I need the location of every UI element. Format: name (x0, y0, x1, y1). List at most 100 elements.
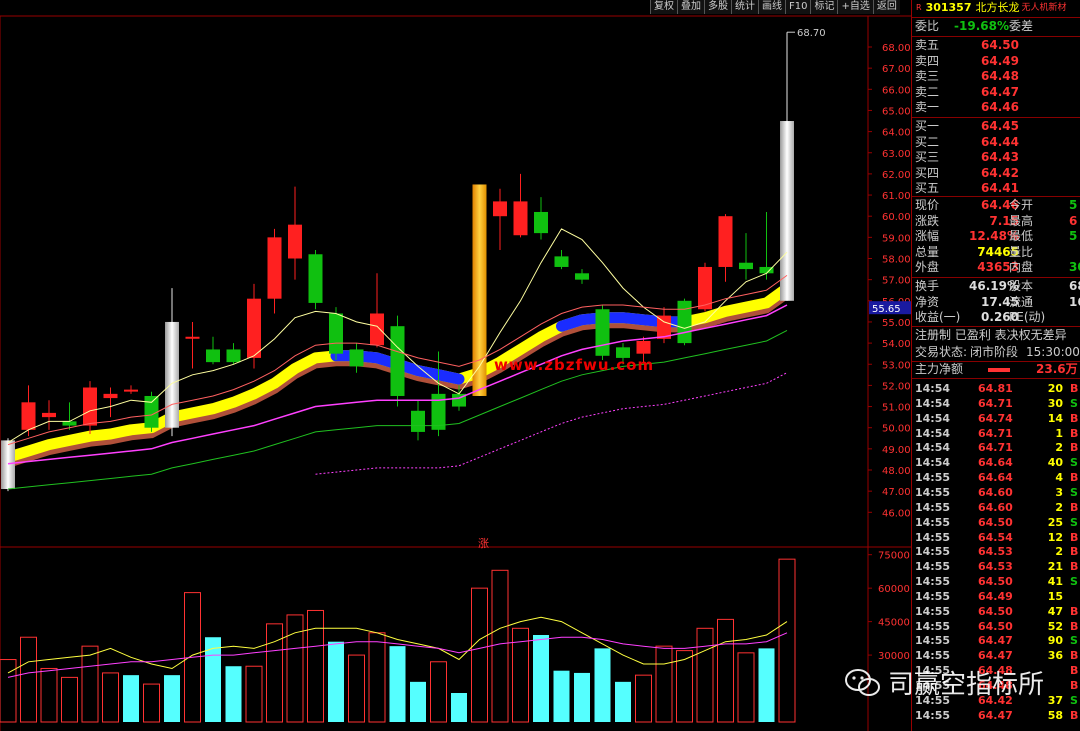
kline-chart[interactable]: 68.00 67.00 66.00 65.00 64.00 63.00 62.00 61.00… (0, 0, 911, 731)
tick-volume: 37 (1047, 693, 1063, 707)
bid-row[interactable]: 买三 64.43 (912, 150, 1080, 165)
stat-row: 外盘43653内盘30 (912, 260, 1080, 275)
tick-direction: B (1070, 382, 1079, 395)
tick-price: 64.71 (978, 426, 1013, 440)
tick-direction: B (1070, 664, 1079, 678)
tick-row: 14:54 64.71 30 S (912, 396, 1080, 411)
price-tick-label: 64.00 (882, 128, 911, 139)
stat-value-2: 5 (1069, 229, 1078, 243)
tick-time: 14:55 (915, 515, 951, 529)
tick-time: 14:54 (915, 411, 951, 425)
toolbar-button-zixuan[interactable]: +自选 (837, 0, 873, 14)
stat-label-2: 量比 (1009, 244, 1034, 259)
bid-row[interactable]: 买二 64.44 (912, 135, 1080, 150)
tick-price: 64.50 (978, 619, 1013, 633)
volume-bar (123, 675, 139, 722)
ask-row[interactable]: 卖三 64.48 (912, 69, 1080, 84)
toolbar-button-tongji[interactable]: 统计 (731, 0, 758, 14)
tick-price: 64.60 (978, 485, 1013, 499)
candle-body (534, 211, 548, 234)
volume-bar (225, 666, 242, 722)
tick-direction: B (1070, 545, 1079, 559)
toolbar-button-diejia[interactable]: 叠加 (677, 0, 704, 14)
candle-body (185, 336, 200, 339)
candle-body (124, 389, 138, 392)
volume-bar (451, 693, 467, 722)
divider (912, 17, 1080, 18)
ask-row[interactable]: 卖五 64.50 (912, 38, 1080, 53)
wechat-watermark: 司赢空指标所 (844, 664, 1044, 701)
registration-row: 注册制 已盈利 表决权无差异 (912, 328, 1080, 343)
tick-volume: 2 (1055, 500, 1063, 514)
fundamental-label-2: 股本 (1009, 279, 1034, 293)
tick-price: 64.50 (978, 604, 1013, 618)
price-tick-label: 53.00 (882, 360, 911, 371)
tick-time: 14:54 (915, 382, 951, 395)
registration-text: 注册制 已盈利 表决权无差异 (915, 328, 1067, 342)
main-flow-value: 23.6万 (1036, 362, 1078, 376)
tick-direction: B (1070, 604, 1079, 618)
tick-volume: 14 (1047, 411, 1063, 425)
ask-row[interactable]: 卖二 64.47 (912, 85, 1080, 100)
stat-row: 总量 74465 量比 (912, 245, 1080, 260)
candle-body (411, 410, 425, 432)
tick-direction: B (1070, 411, 1079, 425)
tick-price: 64.47 (978, 634, 1013, 648)
toolbar-button-biaoji[interactable]: 标记 (810, 0, 838, 14)
toolbar-button-fuquan[interactable]: 复权 (650, 0, 677, 14)
toolbar-button-huaxian[interactable]: 画线 (758, 0, 785, 14)
candle-body (83, 387, 97, 426)
volume-bar (574, 672, 590, 722)
ask-label: 卖一 (915, 100, 940, 115)
stat-value-2: 6 (1069, 213, 1078, 228)
trade-status-row: 交易状态: 闭市阶段 15:30:00 (912, 345, 1080, 360)
bid-row[interactable]: 买一 64.45 (912, 119, 1080, 134)
tick-volume: 30 (1047, 396, 1063, 410)
candle-body (472, 184, 487, 396)
tick-row: 14:55 64.53 2 B (912, 544, 1080, 559)
tick-row: 14:54 64.71 2 B (912, 440, 1080, 455)
price-tick-label: 50.00 (882, 424, 911, 435)
toolbar-button-duogu[interactable]: 多股 (704, 0, 731, 14)
stat-label: 总量 (915, 244, 940, 259)
price-tick-label: 54.00 (882, 339, 911, 350)
bid-row[interactable]: 买四 64.42 (912, 166, 1080, 181)
tick-direction: B (1070, 500, 1079, 514)
divider (912, 378, 1080, 379)
tick-time: 14:55 (915, 500, 951, 514)
stock-code[interactable]: 301357 (926, 0, 972, 16)
candle-body (103, 393, 118, 399)
tick-time: 14:55 (915, 471, 951, 485)
candle-body (288, 224, 302, 259)
tick-direction: S (1070, 575, 1078, 589)
stock-name[interactable]: 北方长龙 (976, 0, 1020, 16)
ask-row[interactable]: 卖四 64.49 (912, 54, 1080, 69)
tick-price: 64.54 (978, 530, 1013, 544)
stock-industry[interactable]: 无人机新材 (1022, 0, 1067, 16)
tick-price: 64.50 (978, 575, 1013, 589)
tick-row: 14:55 64.47 90 S (912, 633, 1080, 648)
ask-row[interactable]: 卖一 64.46 (912, 100, 1080, 115)
trade-time: 15:30:00 (1026, 345, 1080, 359)
bid-label: 买五 (915, 181, 940, 195)
volume-bar (389, 646, 406, 722)
chart-toolbar: 复权 叠加 多股 统计 画线 F10 标记 +自选 返回 (650, 0, 900, 14)
tick-time: 14:55 (915, 649, 951, 663)
bid-row[interactable]: 买五 64.41 (912, 181, 1080, 196)
tick-time: 14:54 (915, 441, 951, 455)
fundamental-label-2: PE(动) (1009, 310, 1046, 324)
bid-price: 64.43 (981, 150, 1019, 164)
trade-status-value: 闭市阶段 (970, 345, 1019, 359)
price-tick-label: 63.00 (882, 149, 911, 160)
trade-status-label: 交易状态: (915, 345, 968, 359)
tick-volume: 41 (1047, 575, 1063, 589)
tick-time: 14:54 (915, 426, 951, 440)
tick-direction: S (1070, 456, 1078, 470)
price-tick-label: 58.00 (882, 255, 911, 266)
toolbar-button-f10[interactable]: F10 (785, 0, 811, 14)
candle-body (206, 349, 220, 363)
volume-bar (594, 648, 611, 722)
toolbar-button-fanhui[interactable]: 返回 (872, 0, 900, 14)
tick-time: 14:55 (915, 530, 951, 544)
divider (912, 326, 1080, 327)
